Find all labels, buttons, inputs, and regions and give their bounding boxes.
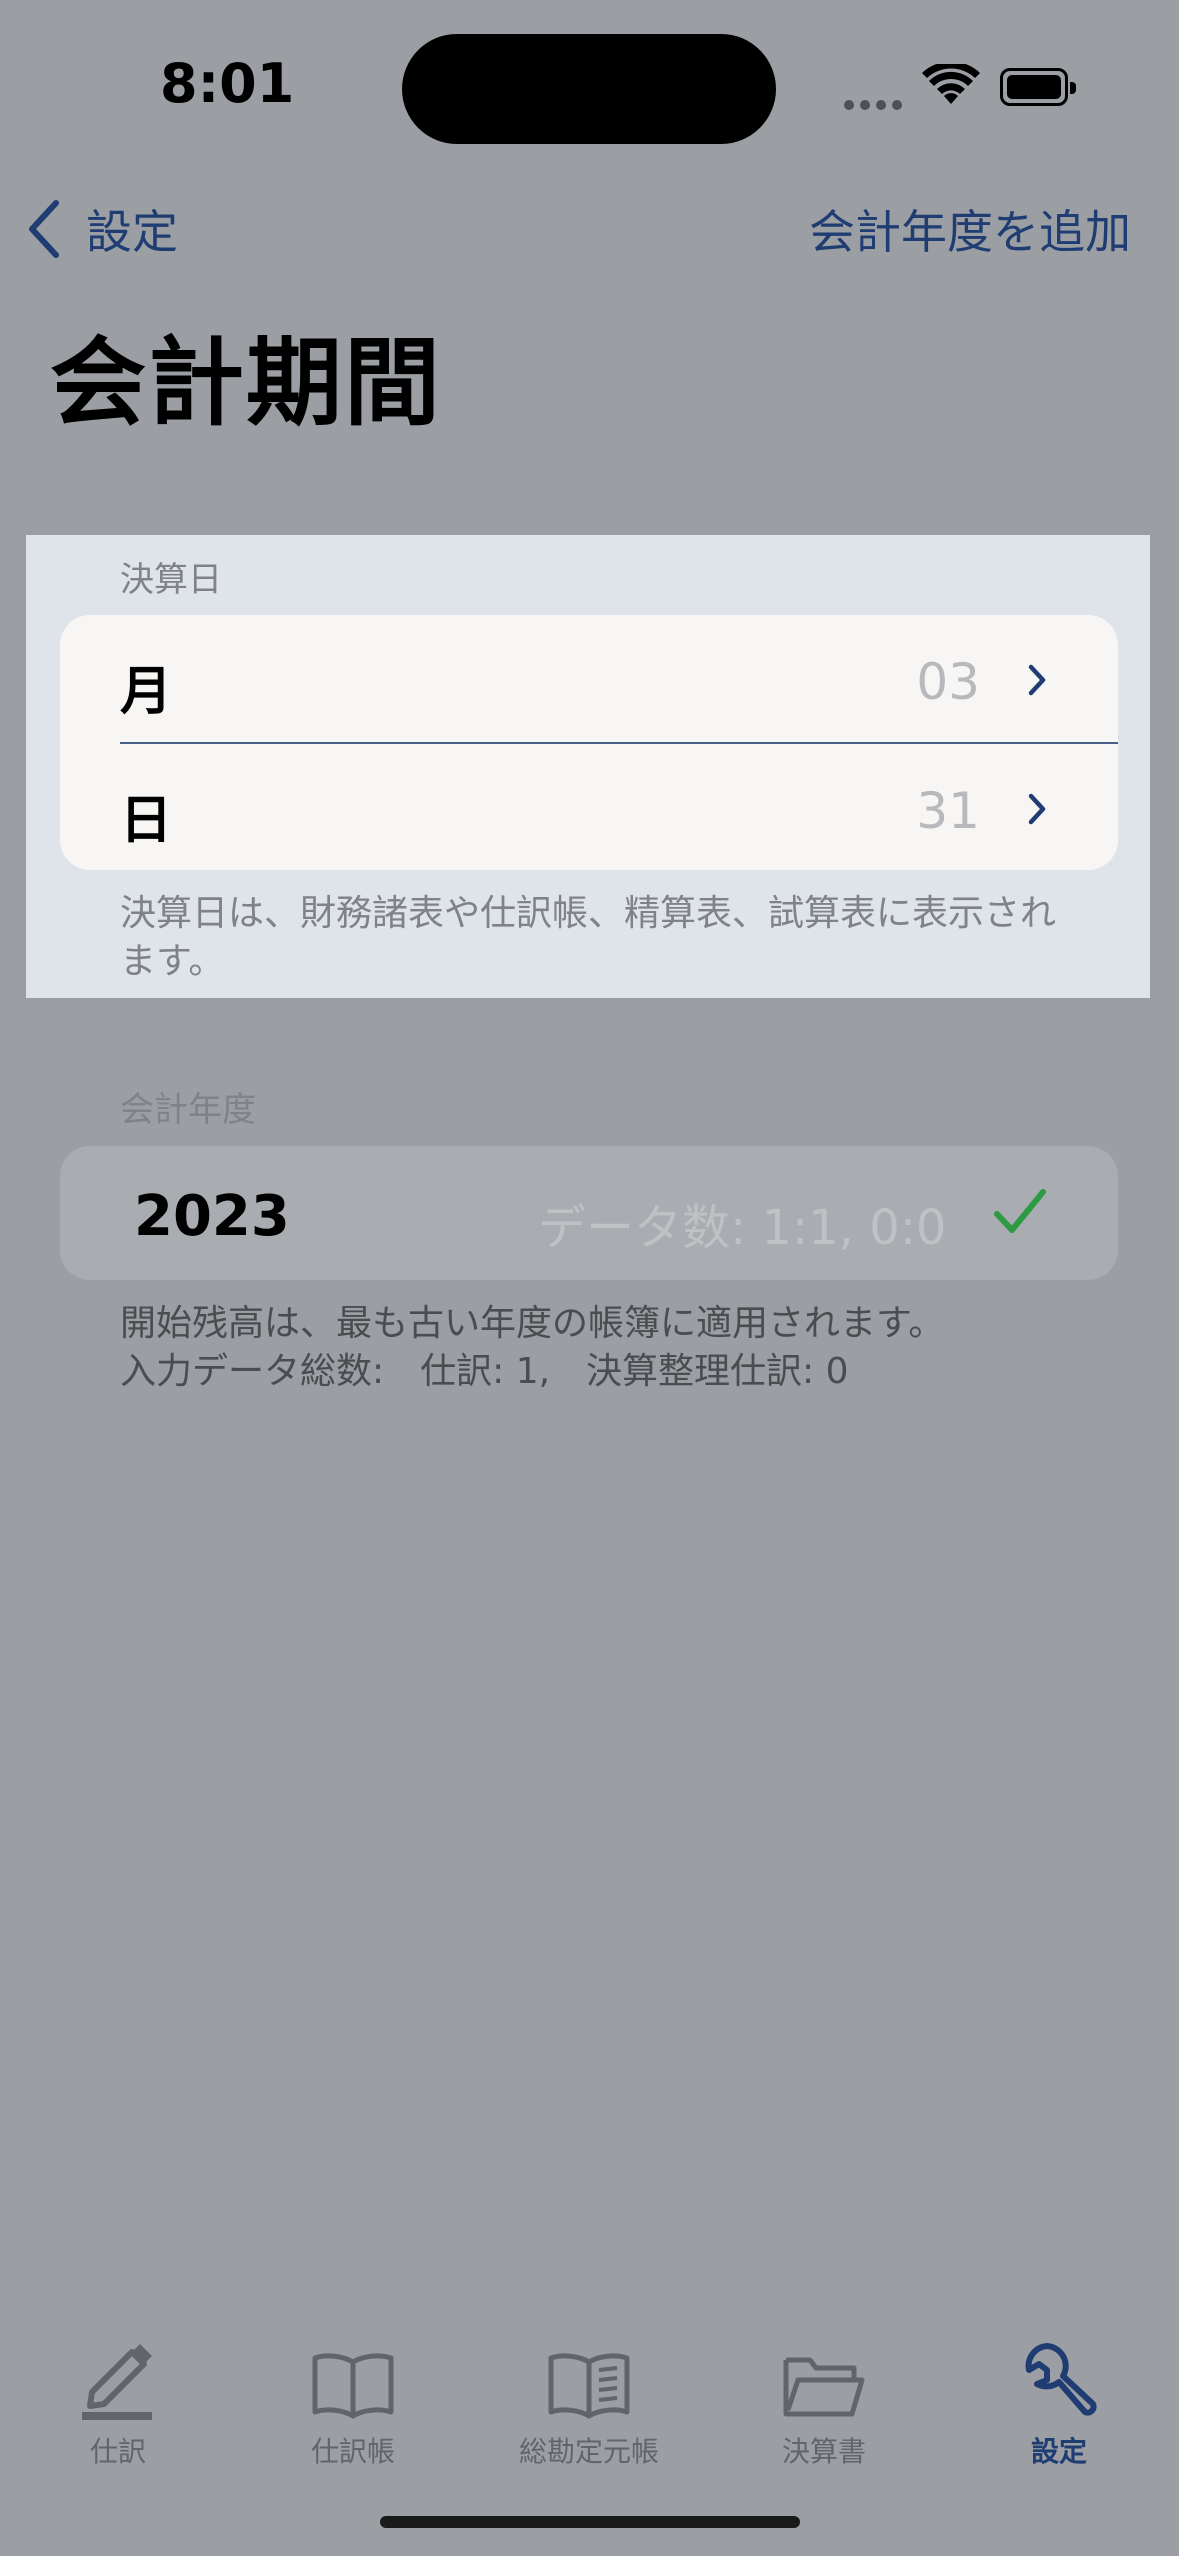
cellular-signal-icon (844, 95, 908, 110)
pencil-icon (82, 2344, 152, 2420)
chevron-right-icon (1028, 664, 1046, 696)
closing-date-footer: 決算日は、財務諸表や仕訳帳、精算表、試算表に表示されます。 (120, 893, 1057, 982)
book-icon (312, 2353, 394, 2419)
tab-settings[interactable]: 設定 (979, 2320, 1139, 2470)
tab-label: 総勘定元帳 (518, 2435, 659, 2468)
closing-date-header: 決算日 (120, 560, 222, 600)
book-lines-icon (548, 2353, 630, 2419)
tab-general-ledger[interactable]: 総勘定元帳 (509, 2320, 669, 2470)
fiscal-year-footer-line1: 開始残高は、最も古い年度の帳簿に適用されます。 (120, 1303, 945, 1344)
closing-date-card: 月 03 日 31 (60, 615, 1118, 870)
fiscal-year-footer: 開始残高は、最も古い年度の帳簿に適用されます。 入力データ総数: 仕訳: 1, … (120, 1300, 944, 1396)
wrench-icon (1025, 2343, 1097, 2416)
month-label: 月 (120, 662, 173, 722)
add-fiscal-year-button[interactable]: 会計年度を追加 (809, 196, 1131, 262)
tab-label: 仕訳帳 (310, 2435, 395, 2468)
fiscal-year-value: 2023 (134, 1184, 290, 1249)
checkmark-icon (994, 1189, 1046, 1233)
back-button[interactable]: 設定 (24, 196, 178, 262)
tab-label: 設定 (1030, 2435, 1087, 2468)
fiscal-year-header: 会計年度 (120, 1090, 256, 1130)
month-value: 03 (916, 653, 980, 711)
chevron-left-icon (29, 200, 59, 258)
day-value: 31 (916, 782, 980, 840)
tab-label: 仕訳 (89, 2435, 146, 2468)
status-time: 8:01 (160, 52, 295, 115)
tab-journal-entry[interactable]: 仕訳 (38, 2320, 198, 2470)
day-label: 日 (120, 791, 173, 851)
back-button-label: 設定 (86, 205, 178, 259)
page-title: 会計期間 (50, 327, 442, 439)
folder-icon (783, 2357, 865, 2417)
day-row[interactable]: 日 31 (60, 744, 1118, 870)
month-row[interactable]: 月 03 (60, 615, 1118, 742)
home-indicator[interactable] (380, 2516, 800, 2528)
tab-label: 決算書 (781, 2435, 866, 2468)
battery-icon (1000, 68, 1076, 106)
fiscal-year-row[interactable]: 2023 データ数: 1:1, 0:0 (60, 1146, 1118, 1280)
tab-journal-book[interactable]: 仕訳帳 (273, 2320, 433, 2470)
wifi-icon (922, 61, 980, 112)
chevron-right-icon (1028, 793, 1046, 825)
data-count: データ数: 1:1, 0:0 (538, 1200, 947, 1256)
tab-financial-statements[interactable]: 決算書 (744, 2320, 904, 2470)
fiscal-year-footer-line2: 入力データ総数: 仕訳: 1, 決算整理仕訳: 0 (120, 1351, 849, 1392)
dynamic-island (402, 34, 776, 144)
